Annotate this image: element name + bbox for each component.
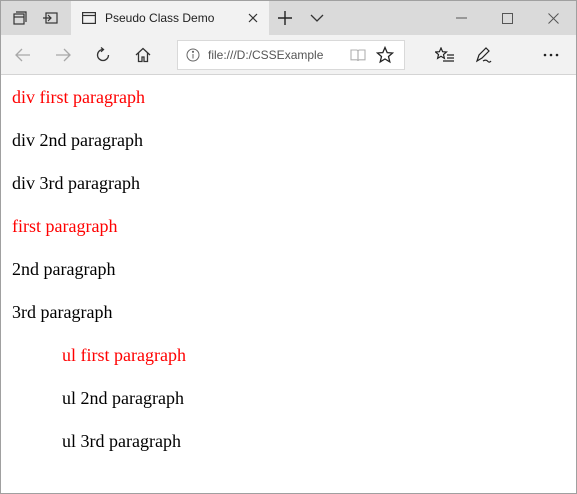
- ul-3rd-paragraph: ul 3rd paragraph: [62, 431, 181, 451]
- pen-icon[interactable]: [464, 35, 502, 75]
- second-paragraph: 2nd paragraph: [12, 259, 116, 279]
- page-content: div first paragraph div 2nd paragraph di…: [1, 76, 576, 493]
- reading-view-icon[interactable]: [348, 45, 368, 65]
- favorites-list-icon[interactable]: [426, 35, 464, 75]
- arrow-left-icon[interactable]: [3, 35, 43, 75]
- page-favicon-icon: [81, 10, 97, 26]
- first-paragraph: first paragraph: [12, 216, 118, 236]
- close-tab-icon[interactable]: [243, 8, 263, 28]
- maximize-icon[interactable]: [484, 1, 530, 35]
- more-icon[interactable]: [530, 35, 572, 75]
- minimize-icon[interactable]: [438, 1, 484, 35]
- url-text[interactable]: file:///D:/CSSExample: [208, 48, 348, 62]
- star-icon[interactable]: [372, 42, 398, 68]
- arrow-right-icon[interactable]: [43, 35, 83, 75]
- tab-actions-icon[interactable]: [5, 1, 35, 35]
- home-icon[interactable]: [123, 35, 163, 75]
- tab-pseudo-class-demo[interactable]: Pseudo Class Demo: [71, 1, 269, 35]
- navigation-toolbar: file:///D:/CSSExample: [1, 35, 576, 75]
- chevron-down-icon[interactable]: [301, 1, 333, 35]
- div-3rd-paragraph: div 3rd paragraph: [12, 173, 140, 193]
- close-window-icon[interactable]: [530, 1, 576, 35]
- tab-title: Pseudo Class Demo: [105, 11, 215, 25]
- third-paragraph: 3rd paragraph: [12, 302, 113, 322]
- refresh-icon[interactable]: [83, 35, 123, 75]
- address-bar[interactable]: file:///D:/CSSExample: [177, 39, 405, 70]
- plus-icon[interactable]: [269, 1, 301, 35]
- ul-first-paragraph: ul first paragraph: [62, 345, 186, 365]
- div-first-paragraph: div first paragraph: [12, 87, 145, 107]
- tab-strip: Pseudo Class Demo: [1, 1, 576, 35]
- browser-window: Pseudo Class Demo file:///D:/CSSExample …: [0, 0, 577, 494]
- div-2nd-paragraph: div 2nd paragraph: [12, 130, 143, 150]
- set-aside-tabs-icon[interactable]: [35, 1, 65, 35]
- ul-2nd-paragraph: ul 2nd paragraph: [62, 388, 184, 408]
- info-icon[interactable]: [184, 46, 202, 64]
